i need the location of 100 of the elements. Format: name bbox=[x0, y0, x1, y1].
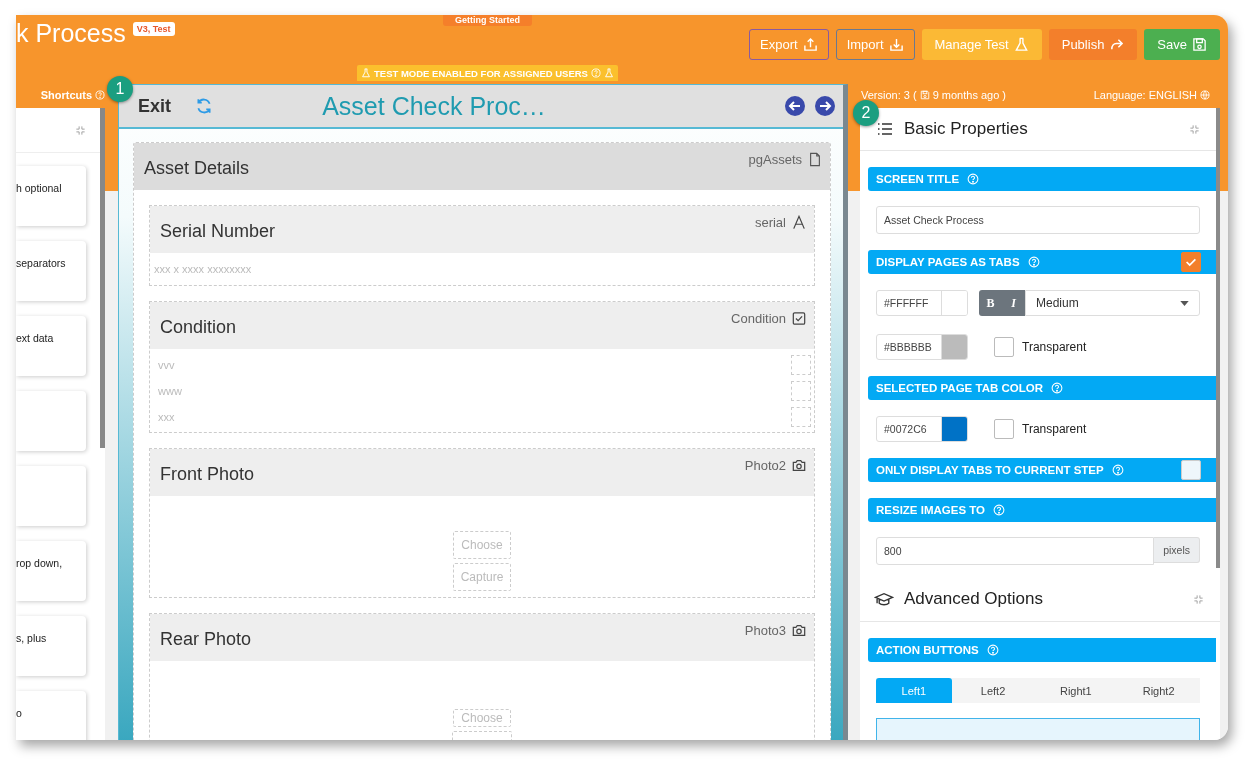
camera-icon bbox=[792, 623, 806, 638]
option-checkbox[interactable] bbox=[791, 381, 811, 401]
card-text: s, plus bbox=[16, 632, 47, 644]
card-text: rop down, bbox=[16, 557, 63, 569]
help-icon[interactable] bbox=[1051, 382, 1063, 394]
help-icon[interactable] bbox=[1111, 464, 1124, 476]
section-title: ACTION BUTTONS bbox=[876, 644, 979, 656]
version-age: 9 months ago ) bbox=[932, 89, 1006, 101]
section-title: SCREEN TITLE bbox=[876, 173, 960, 185]
section-heading: Advanced Options bbox=[904, 589, 1044, 609]
card-text: separators bbox=[16, 257, 66, 269]
field-id: serial bbox=[754, 215, 786, 230]
version-text: Version: 3 ( bbox=[861, 89, 917, 101]
help-icon[interactable] bbox=[1027, 256, 1040, 268]
file-icon bbox=[808, 152, 822, 167]
field-label: Condition bbox=[160, 317, 238, 338]
shortcut-card[interactable]: s, plus bbox=[16, 616, 86, 676]
globe-icon bbox=[1200, 90, 1210, 100]
card-text: ext data bbox=[16, 332, 54, 344]
section-title: RESIZE IMAGES TO bbox=[876, 504, 986, 516]
number-field[interactable]: 800 bbox=[876, 537, 1155, 565]
checkbox[interactable] bbox=[994, 337, 1014, 357]
collapse-icon[interactable] bbox=[75, 124, 86, 136]
checkbox-label: Transparent bbox=[1022, 422, 1087, 436]
help-icon[interactable] bbox=[967, 173, 980, 185]
camera-icon bbox=[792, 458, 806, 473]
flask-icon bbox=[1013, 37, 1029, 52]
graduation-cap-icon bbox=[874, 590, 894, 608]
field-id: Condition bbox=[731, 311, 786, 326]
scrollbar[interactable] bbox=[100, 108, 105, 448]
banner-text: TEST MODE ENABLED FOR ASSIGNED USERS bbox=[374, 67, 588, 79]
style-button[interactable]: I bbox=[1002, 290, 1025, 316]
letter-icon bbox=[792, 215, 806, 230]
section-title: ONLY DISPLAY TABS TO CURRENT STEP bbox=[876, 464, 1104, 476]
option-label: xxx bbox=[158, 411, 175, 423]
field-label: Front Photo bbox=[160, 464, 256, 485]
step-badge: 2 bbox=[853, 100, 879, 126]
version-badge: V3, Test bbox=[132, 22, 175, 36]
color-field[interactable]: #BBBBBB bbox=[876, 334, 968, 360]
scrollbar[interactable] bbox=[1216, 108, 1220, 568]
field-id: Photo3 bbox=[744, 623, 786, 638]
panel-title: Basic Properties bbox=[904, 119, 1029, 139]
tab[interactable]: Right2 bbox=[1117, 678, 1200, 703]
color-swatch[interactable] bbox=[941, 417, 967, 441]
checkbox[interactable] bbox=[994, 419, 1014, 439]
color-swatch[interactable] bbox=[941, 335, 967, 359]
option-checkbox[interactable] bbox=[791, 355, 811, 375]
text-field[interactable]: Asset Check Process bbox=[876, 206, 1200, 234]
checkbox-label: Transparent bbox=[1022, 340, 1087, 354]
option-checkbox[interactable] bbox=[791, 407, 811, 427]
floppy-icon bbox=[1192, 37, 1207, 52]
screen-title: Asset Check Proc… bbox=[321, 91, 547, 121]
help-icon[interactable] bbox=[986, 644, 999, 656]
shortcut-card[interactable] bbox=[16, 391, 86, 451]
field-label: Rear Photo bbox=[160, 629, 253, 650]
app-title: k Process bbox=[16, 19, 126, 47]
flask-icon bbox=[603, 68, 614, 78]
shortcut-card[interactable]: h optional bbox=[16, 166, 86, 226]
section-title: SELECTED PAGE TAB COLOR bbox=[876, 382, 1043, 394]
section-title: DISPLAY PAGES AS TABS bbox=[876, 256, 1020, 268]
card-text: h optional bbox=[16, 182, 62, 194]
help-icon[interactable] bbox=[993, 504, 1006, 516]
page-title: Asset Details bbox=[144, 157, 251, 179]
color-swatch[interactable] bbox=[941, 291, 967, 315]
checkbox-icon bbox=[792, 311, 806, 326]
shortcut-card[interactable]: o bbox=[16, 691, 86, 740]
option-label: vvv bbox=[158, 359, 175, 371]
placeholder-text: xxx x xxxx xxxxxxxx bbox=[154, 263, 252, 275]
checkbox[interactable] bbox=[1181, 252, 1201, 272]
upload-icon bbox=[802, 37, 818, 52]
field-label: Serial Number bbox=[160, 221, 277, 242]
caret-icon bbox=[1180, 300, 1189, 306]
list-icon bbox=[876, 121, 894, 137]
shortcut-card[interactable]: rop down, bbox=[16, 541, 86, 601]
color-field[interactable]: #FFFFFF bbox=[876, 290, 968, 316]
option-label: www bbox=[158, 385, 182, 397]
share-icon bbox=[1109, 37, 1125, 52]
flask-icon bbox=[361, 68, 371, 78]
page-id: pgAssets bbox=[748, 152, 802, 167]
collapse-icon[interactable] bbox=[1193, 593, 1204, 605]
unit-label: pixels bbox=[1154, 537, 1200, 563]
refresh-icon[interactable] bbox=[195, 97, 213, 115]
floppy-icon bbox=[919, 90, 930, 100]
shortcut-card[interactable] bbox=[16, 466, 86, 526]
tab[interactable]: Left2 bbox=[951, 678, 1035, 703]
collapse-icon[interactable] bbox=[1189, 123, 1200, 135]
card-text: o bbox=[16, 707, 22, 719]
step-badge: 1 bbox=[107, 76, 133, 102]
shortcut-card[interactable]: separators bbox=[16, 241, 86, 301]
help-icon[interactable] bbox=[590, 68, 601, 78]
help-icon[interactable] bbox=[95, 90, 105, 100]
style-button[interactable]: B bbox=[979, 290, 1002, 316]
size-select[interactable]: Medium bbox=[1025, 290, 1200, 316]
tab[interactable]: Right1 bbox=[1034, 678, 1118, 703]
field-id: Photo2 bbox=[744, 458, 786, 473]
checkbox[interactable] bbox=[1181, 460, 1201, 480]
shortcut-card[interactable]: ext data bbox=[16, 316, 86, 376]
exit-link[interactable]: Exit bbox=[138, 95, 171, 117]
color-field[interactable]: #0072C6 bbox=[876, 416, 968, 442]
download-icon bbox=[888, 37, 904, 52]
